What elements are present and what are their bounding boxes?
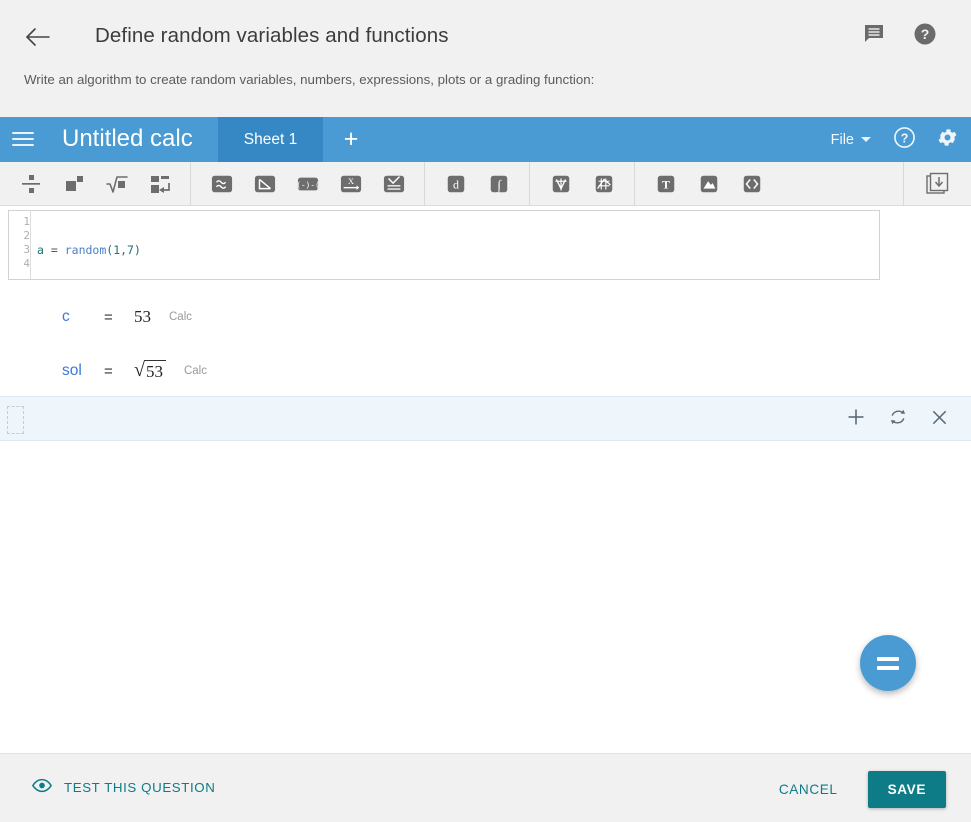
radicand: 53 — [143, 360, 166, 382]
plot-2d-icon[interactable] — [544, 169, 577, 199]
plus-icon: + — [343, 125, 359, 153]
algorithm-code-editor[interactable]: 1 2 3 4 a = random(1,7) b = random(1,7) … — [8, 210, 880, 280]
checkmark-list-icon[interactable] — [377, 169, 410, 199]
not-equal-icon[interactable] — [248, 169, 281, 199]
back-button[interactable] — [24, 24, 54, 50]
toolbar-group-save — [903, 161, 971, 206]
line-number: 3 — [23, 243, 30, 256]
text-icon[interactable]: T — [649, 169, 682, 199]
plus-icon[interactable] — [846, 407, 866, 432]
chevron-down-icon — [861, 137, 871, 142]
code-icon[interactable] — [735, 169, 768, 199]
results-list: c = 53 Calc sol = √ 53 Calc — [0, 290, 971, 398]
derivative-icon[interactable]: d — [439, 169, 472, 199]
header-actions: ? — [863, 22, 937, 51]
test-question-label: TEST THIS QUESTION — [64, 779, 216, 795]
page-subtitle: Write an algorithm to create random vari… — [24, 72, 595, 87]
cancel-button[interactable]: CANCEL — [767, 772, 850, 807]
eye-icon — [32, 778, 52, 796]
toolbar-group-basic — [0, 161, 191, 206]
substitute-icon[interactable]: X — [334, 169, 367, 199]
result-variable-name: c — [62, 308, 70, 325]
line-number: 4 — [23, 257, 30, 270]
close-icon[interactable] — [930, 408, 949, 432]
help-circle-filled-icon[interactable]: ? — [913, 22, 937, 51]
calc-appbar: Untitled calc File ? — [0, 117, 971, 162]
square-root-icon[interactable] — [100, 169, 133, 199]
image-icon[interactable] — [692, 169, 725, 199]
fraction-icon[interactable] — [14, 169, 47, 199]
toolbar-group-content: T — [635, 162, 782, 206]
insert-equation-fab[interactable] — [860, 635, 916, 691]
calc-document-title[interactable]: Untitled calc — [62, 125, 193, 153]
code-op: = — [43, 243, 65, 257]
integral-icon[interactable]: ∫ — [482, 169, 515, 199]
empty-cell-placeholder[interactable] — [7, 406, 24, 434]
file-menu-label: File — [830, 131, 854, 148]
footer-action-bar: TEST THIS QUESTION CANCEL SAVE — [0, 753, 971, 822]
page-header: Define random variables and functions ? — [0, 0, 971, 117]
footer-buttons: CANCEL SAVE — [767, 771, 946, 808]
svg-text:T: T — [662, 177, 670, 191]
matrix-icon[interactable] — [143, 169, 176, 199]
svg-text:(-)-(: (-)-( — [297, 180, 319, 189]
code-args: (1,7) — [106, 243, 141, 257]
exponent-icon[interactable] — [57, 169, 90, 199]
svg-text:X: X — [348, 177, 354, 186]
editor-line-numbers: 1 2 3 4 — [9, 211, 31, 279]
code-fn: random — [64, 243, 107, 257]
file-menu-button[interactable]: File — [831, 132, 871, 148]
toolbar-group-plots — [530, 161, 635, 206]
result-row[interactable]: c = 53 Calc — [0, 290, 971, 344]
toolbar-group-relations: (-)-( X — [191, 161, 425, 206]
add-sheet-button[interactable]: + — [323, 117, 379, 162]
result-equals-sign: = — [104, 362, 113, 380]
save-sheet-icon[interactable] — [921, 169, 954, 199]
help-circle-outline-icon[interactable]: ? — [893, 126, 916, 154]
header-row: Define random variables and functions ? — [0, 0, 971, 74]
page-title: Define random variables and functions — [95, 24, 449, 47]
code-var: a — [37, 243, 44, 257]
editor-code-content[interactable]: a = random(1,7) b = random(1,7) c = a^2 … — [31, 211, 879, 279]
active-cell-row[interactable] — [0, 396, 971, 441]
code-line: a = random(1,7) — [37, 243, 879, 257]
svg-text:?: ? — [921, 26, 930, 42]
result-type-badge: Calc — [169, 311, 193, 323]
gear-icon[interactable] — [936, 126, 959, 154]
math-toolbar: (-)-( X d ∫ T — [0, 161, 971, 206]
radical-expression: √ 53 — [134, 360, 166, 382]
appbar-actions: File ? — [831, 117, 959, 162]
result-equals-sign: = — [104, 308, 113, 326]
plot-3d-icon[interactable] — [587, 169, 620, 199]
cell-action-buttons — [846, 397, 949, 442]
result-value: √ 53 — [134, 360, 166, 382]
svg-text:?: ? — [901, 131, 909, 145]
result-type-badge: Calc — [183, 365, 207, 377]
approximately-equal-icon[interactable] — [205, 169, 238, 199]
result-row[interactable]: sol = √ 53 Calc — [0, 344, 971, 398]
line-number: 1 — [23, 215, 30, 228]
result-variable-name: sol — [62, 362, 82, 379]
result-value: 53 — [134, 307, 151, 326]
refresh-icon[interactable] — [888, 407, 908, 432]
toolbar-group-calculus: d ∫ — [425, 161, 530, 206]
hamburger-menu-icon[interactable] — [12, 129, 34, 149]
test-question-button[interactable]: TEST THIS QUESTION — [32, 778, 215, 796]
equals-icon — [877, 656, 899, 670]
interval-icon[interactable]: (-)-( — [291, 169, 324, 199]
line-number: 2 — [23, 229, 30, 242]
tab-sheet-1-label: Sheet 1 — [243, 130, 298, 148]
comment-icon[interactable] — [863, 23, 885, 50]
svg-text:d: d — [453, 177, 459, 191]
tab-sheet-1[interactable]: Sheet 1 — [218, 117, 323, 162]
save-button[interactable]: SAVE — [867, 771, 946, 808]
